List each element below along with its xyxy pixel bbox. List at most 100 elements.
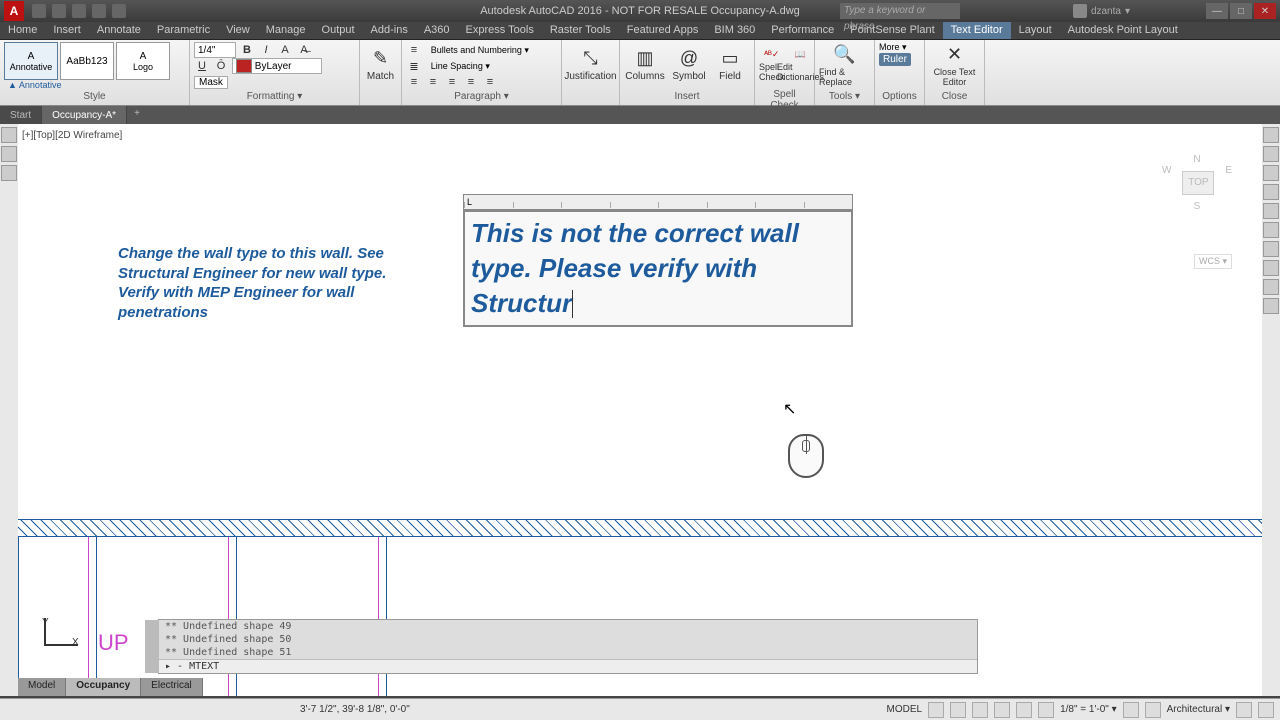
qat-redo-icon[interactable]: [112, 4, 126, 18]
ribbon-tab-add-ins[interactable]: Add-ins: [363, 22, 416, 39]
tab-occupancy-a[interactable]: Occupancy-A*: [42, 106, 127, 124]
viewcube[interactable]: N WTOPE S: [1162, 154, 1232, 244]
layer-color-dropdown[interactable]: ByLayer: [232, 58, 322, 74]
nav-icon[interactable]: [1263, 165, 1279, 181]
line-spacing-dropdown[interactable]: Line Spacing ▾: [431, 61, 490, 72]
ribbon-tab-featured-apps[interactable]: Featured Apps: [619, 22, 707, 39]
mtext-ruler[interactable]: [463, 194, 853, 210]
mtext-editor[interactable]: This is not the correct wall type. Pleas…: [463, 194, 853, 327]
nav-icon[interactable]: [1263, 184, 1279, 200]
strike-button[interactable]: A̶: [296, 42, 312, 58]
nav-icon[interactable]: [1263, 222, 1279, 238]
more-dropdown[interactable]: More ▾: [879, 42, 920, 53]
qat-new-icon[interactable]: [32, 4, 46, 18]
sb-icon[interactable]: [1038, 702, 1054, 718]
ribbon-tab-insert[interactable]: Insert: [45, 22, 89, 39]
align-center-icon[interactable]: ≡: [425, 74, 441, 90]
ribbon-tab-raster-tools[interactable]: Raster Tools: [542, 22, 619, 39]
color-swatch-icon: [236, 59, 252, 73]
align-right-icon[interactable]: ≡: [444, 74, 460, 90]
help-search-input[interactable]: Type a keyword or phrase: [840, 3, 960, 19]
sb-icon[interactable]: [928, 702, 944, 718]
maximize-button[interactable]: □: [1230, 3, 1252, 19]
sb-icon[interactable]: [950, 702, 966, 718]
ruler-toggle[interactable]: Ruler: [879, 53, 911, 66]
ribbon-tab-bim-360[interactable]: BIM 360: [706, 22, 763, 39]
nav-icon[interactable]: [1263, 146, 1279, 162]
qat-open-icon[interactable]: [52, 4, 66, 18]
align-dist-icon[interactable]: ≡: [482, 74, 498, 90]
space-toggle[interactable]: MODEL: [887, 704, 923, 715]
tab-start[interactable]: Start: [0, 106, 42, 124]
window-close-button[interactable]: ✕: [1254, 3, 1276, 19]
nav-icon[interactable]: [1263, 127, 1279, 143]
tool-icon[interactable]: [1, 127, 17, 143]
match-button[interactable]: ✎Match: [364, 42, 397, 88]
ribbon-tab-performance[interactable]: Performance: [763, 22, 842, 39]
text-style-sample[interactable]: AaBb123: [60, 42, 114, 80]
mtext-input[interactable]: This is not the correct wall type. Pleas…: [463, 210, 853, 327]
text-style-sample[interactable]: ALogo: [116, 42, 170, 80]
qat-save-icon[interactable]: [72, 4, 86, 18]
layout-tab-occupancy[interactable]: Occupancy: [66, 678, 141, 696]
bold-button[interactable]: B: [239, 42, 255, 58]
underline-button[interactable]: U: [194, 58, 210, 74]
anno-scale-dropdown[interactable]: 1/8" = 1'-0" ▾: [1060, 704, 1117, 715]
columns-button[interactable]: ▥Columns: [624, 42, 666, 88]
sb-icon[interactable]: [994, 702, 1010, 718]
tool-icon[interactable]: [1, 146, 17, 162]
nav-icon[interactable]: [1263, 241, 1279, 257]
new-tab-button[interactable]: +: [127, 106, 147, 124]
edit-dict-button[interactable]: 📖Edit Dictionaries: [787, 42, 815, 88]
ribbon-tab-express-tools[interactable]: Express Tools: [458, 22, 542, 39]
viewport-label[interactable]: [+][Top][2D Wireframe]: [22, 130, 122, 141]
username: dzanta: [1091, 6, 1121, 17]
layout-tab-model[interactable]: Model: [18, 678, 66, 696]
user-account[interactable]: dzanta ▾: [1073, 4, 1130, 18]
ribbon-tab-a360[interactable]: A360: [416, 22, 458, 39]
app-logo-icon[interactable]: A: [4, 1, 24, 21]
font-button[interactable]: A: [277, 42, 293, 58]
layout-tab-electrical[interactable]: Electrical: [141, 678, 203, 696]
overline-button[interactable]: Ō: [213, 58, 229, 74]
field-button[interactable]: ▭Field: [712, 42, 748, 88]
qat-undo-icon[interactable]: [92, 4, 106, 18]
sb-icon[interactable]: [1145, 702, 1161, 718]
find-replace-button[interactable]: 🔍Find & Replace: [819, 42, 870, 88]
ribbon-tab-output[interactable]: Output: [314, 22, 363, 39]
nav-icon[interactable]: [1263, 203, 1279, 219]
sb-icon[interactable]: [1236, 702, 1252, 718]
ribbon-tab-autodesk-point-layout[interactable]: Autodesk Point Layout: [1060, 22, 1186, 39]
sb-icon[interactable]: [1123, 702, 1139, 718]
drawing-canvas[interactable]: [+][Top][2D Wireframe] N WTOPE S WCS ▾ C…: [18, 124, 1262, 696]
symbol-button[interactable]: @Symbol: [668, 42, 710, 88]
tool-icon[interactable]: [1, 165, 17, 181]
ribbon-tab-view[interactable]: View: [218, 22, 258, 39]
mask-button[interactable]: Mask: [194, 76, 228, 89]
bullets-dropdown[interactable]: Bullets and Numbering ▾: [431, 45, 529, 56]
ribbon-tab-annotate[interactable]: Annotate: [89, 22, 149, 39]
align-left-icon[interactable]: ≡: [406, 74, 422, 90]
command-line-panel[interactable]: ** Undefined shape 49** Undefined shape …: [158, 619, 978, 674]
italic-button[interactable]: I: [258, 42, 274, 58]
close-text-editor-button[interactable]: ✕Close Text Editor: [929, 42, 980, 88]
sb-icon[interactable]: [1016, 702, 1032, 718]
command-input[interactable]: ▸ - MTEXT: [159, 659, 977, 673]
units-dropdown[interactable]: Architectural ▾: [1167, 704, 1230, 715]
sb-icon[interactable]: [1258, 702, 1274, 718]
nav-icon[interactable]: [1263, 279, 1279, 295]
minimize-button[interactable]: —: [1206, 3, 1228, 19]
ribbon-tab-parametric[interactable]: Parametric: [149, 22, 218, 39]
ribbon-tab-layout[interactable]: Layout: [1011, 22, 1060, 39]
nav-icon[interactable]: [1263, 260, 1279, 276]
text-style-sample[interactable]: AAnnotative: [4, 42, 58, 80]
sb-icon[interactable]: [972, 702, 988, 718]
text-height-dropdown[interactable]: 1/4": [194, 42, 236, 58]
nav-icon[interactable]: [1263, 298, 1279, 314]
ribbon-tab-home[interactable]: Home: [0, 22, 45, 39]
align-justify-icon[interactable]: ≡: [463, 74, 479, 90]
justification-button[interactable]: ⤡Justification: [566, 42, 615, 88]
ribbon-tab-text-editor[interactable]: Text Editor: [943, 22, 1011, 39]
ribbon-tab-manage[interactable]: Manage: [258, 22, 314, 39]
wcs-dropdown[interactable]: WCS ▾: [1194, 254, 1232, 269]
